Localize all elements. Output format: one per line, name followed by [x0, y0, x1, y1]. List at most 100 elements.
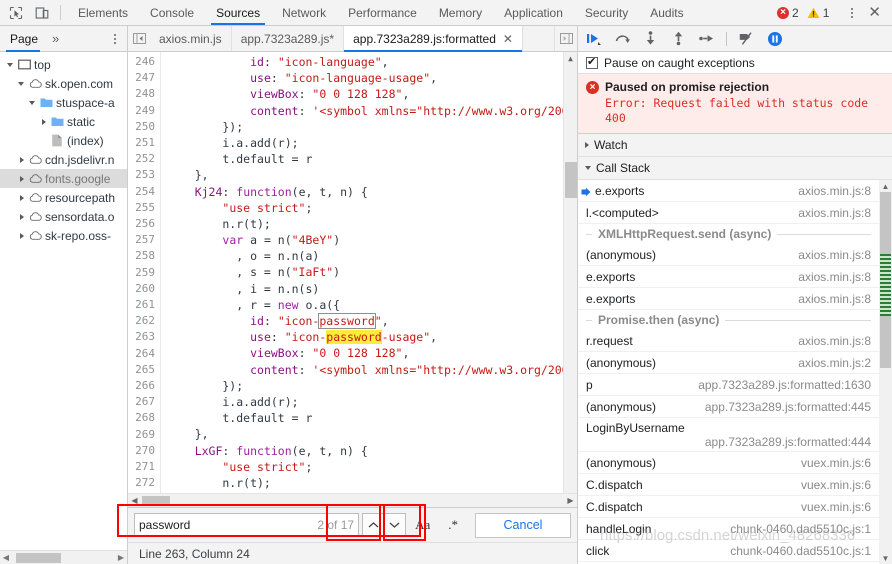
tree-item-fonts-google[interactable]: fonts.google [0, 169, 127, 188]
tree-item-sk-open-com[interactable]: sk.open.com [0, 74, 127, 93]
editor-tab-app-js-formatted[interactable]: app.7323a289.js:formatted ✕ [344, 26, 523, 52]
tab-application[interactable]: Application [493, 0, 574, 25]
call-stack-frame[interactable]: C.dispatch vuex.min.js:6 [578, 496, 879, 518]
scrollbar-thumb[interactable] [142, 495, 170, 506]
step-into-icon[interactable] [642, 30, 659, 47]
editor-tab-app-js[interactable]: app.7323a289.js* [232, 26, 345, 51]
step-over-icon[interactable] [614, 30, 631, 47]
code-line[interactable]: , o = n.n(a) [161, 248, 563, 264]
call-stack-frame[interactable]: (anonymous) app.7323a289.js:formatted:445 [578, 396, 879, 418]
chevron-down-icon[interactable] [28, 98, 38, 108]
chevron-right-icon[interactable] [17, 231, 27, 241]
inspect-element-icon[interactable] [8, 5, 24, 21]
call-stack-frame[interactable]: l.<computed> axios.min.js:8 [578, 202, 879, 224]
chevron-down-icon[interactable] [17, 79, 27, 89]
code-line[interactable]: id: "icon-language", [161, 54, 563, 70]
scrollbar-thumb[interactable] [880, 192, 891, 254]
regex-button[interactable]: .* [439, 517, 467, 533]
navigator-horizontal-scrollbar[interactable]: ◀ ▶ [0, 550, 127, 564]
code-line[interactable]: "use strict"; [161, 200, 563, 216]
next-tab-icon[interactable] [555, 26, 577, 51]
call-stack-frame[interactable]: r.request axios.min.js:8 [578, 330, 879, 352]
code-line[interactable]: , s = n("IaFt") [161, 264, 563, 280]
scrollbar-thumb[interactable] [16, 552, 61, 563]
code-content[interactable]: id: "icon-language", use: "icon-language… [161, 52, 563, 493]
code-line[interactable]: use: "icon-password-usage", [161, 329, 563, 345]
resume-script-icon[interactable] [586, 30, 603, 47]
scroll-right-arrow-icon[interactable]: ▶ [115, 553, 127, 562]
search-input[interactable] [139, 514, 314, 536]
pause-on-caught-exceptions-row[interactable]: Pause on caught exceptions [578, 52, 892, 74]
close-tab-icon[interactable]: ✕ [503, 32, 513, 46]
code-line[interactable]: content: '<symbol xmlns="http://www.w3.o… [161, 362, 563, 378]
call-stack-frame[interactable]: LoginByUsername app.7323a289.js:formatted… [578, 418, 879, 452]
code-line[interactable]: }, [161, 167, 563, 183]
call-stack-frame[interactable]: e.exports axios.min.js:8 [578, 180, 879, 202]
warning-count-badge[interactable]: 1 [807, 6, 829, 20]
watch-section-header[interactable]: Watch [578, 134, 892, 157]
code-line[interactable]: n.r(t); [161, 475, 563, 491]
code-line[interactable]: "use strict"; [161, 459, 563, 475]
code-line[interactable]: Kj24: function(e, t, n) { [161, 184, 563, 200]
tree-item-top[interactable]: top [0, 55, 127, 74]
editor-tab-axios[interactable]: axios.min.js [150, 26, 232, 51]
tab-network[interactable]: Network [271, 0, 337, 25]
pause-on-exceptions-icon[interactable] [766, 30, 783, 47]
search-previous-button[interactable] [362, 513, 385, 537]
code-line[interactable]: var a = n("4BeY") [161, 232, 563, 248]
tree-item-sensordata-o[interactable]: sensordata.o [0, 207, 127, 226]
code-line[interactable]: , i = n.n(s) [161, 281, 563, 297]
call-stack-frame[interactable]: (anonymous) axios.min.js:8 [578, 244, 879, 266]
previous-tab-icon[interactable] [128, 26, 150, 51]
scrollbar-thumb[interactable] [565, 162, 577, 198]
chevron-right-icon[interactable] [17, 174, 27, 184]
call-stack-frame[interactable]: click chunk-0460.dad5510c.js:1 [578, 540, 879, 562]
scroll-left-arrow-icon[interactable]: ◀ [128, 496, 141, 505]
tree-item-stuspace-a[interactable]: stuspace-a [0, 93, 127, 112]
code-line[interactable]: t.default = r [161, 410, 563, 426]
navigator-more-tabs-icon[interactable]: » [46, 31, 65, 46]
tree-item-cdn-jsdelivr-n[interactable]: cdn.jsdelivr.n [0, 150, 127, 169]
navigator-tab-page[interactable]: Page [0, 26, 46, 52]
code-line[interactable]: use: "icon-language-usage", [161, 70, 563, 86]
code-line[interactable]: n.r(t); [161, 216, 563, 232]
call-stack-scrollbar[interactable]: ▲ ▼ [879, 180, 892, 564]
tab-audits[interactable]: Audits [639, 0, 694, 25]
scroll-up-arrow-icon[interactable]: ▲ [879, 180, 892, 192]
scroll-right-arrow-icon[interactable]: ▶ [564, 496, 577, 505]
tab-sources[interactable]: Sources [205, 0, 271, 25]
editor-horizontal-scrollbar[interactable]: ◀ ▶ [128, 493, 577, 507]
code-line[interactable]: }); [161, 119, 563, 135]
tree-item-static[interactable]: static [0, 112, 127, 131]
call-stack-frame[interactable]: C.dispatch vuex.min.js:6 [578, 474, 879, 496]
code-editor[interactable]: 246 247 248 249 250 251 252 253 254 255 256 257 258 2… [128, 52, 577, 493]
chevron-down-icon[interactable] [6, 60, 16, 70]
file-tree[interactable]: top sk.open.com stuspace-a static (index) cdn… [0, 52, 127, 550]
code-line[interactable]: content: '<symbol xmlns="http://www.w3.o… [161, 103, 563, 119]
tab-elements[interactable]: Elements [67, 0, 139, 25]
chevron-right-icon[interactable] [17, 193, 27, 203]
search-field-wrapper[interactable]: 2 of 17 [134, 513, 360, 537]
tree-item-sk-repo-oss[interactable]: sk-repo.oss- [0, 226, 127, 245]
call-stack-list[interactable]: e.exports axios.min.js:8 l.<computed> axios… [578, 180, 892, 564]
call-stack-section-header[interactable]: Call Stack [578, 157, 892, 180]
tab-performance[interactable]: Performance [337, 0, 428, 25]
tab-console[interactable]: Console [139, 0, 205, 25]
call-stack-frame[interactable]: (anonymous) vuex.min.js:6 [578, 452, 879, 474]
code-line[interactable]: i.a.add(r); [161, 135, 563, 151]
code-line[interactable]: t.default = r [161, 151, 563, 167]
call-stack-frame[interactable]: (anonymous) axios.min.js:2 [578, 352, 879, 374]
close-icon[interactable]: ✕ [863, 5, 886, 20]
search-next-button[interactable] [384, 513, 407, 537]
tree-item-index[interactable]: (index) [0, 131, 127, 150]
scroll-left-arrow-icon[interactable]: ◀ [0, 553, 12, 562]
kebab-menu-icon[interactable] [844, 7, 860, 18]
code-line[interactable]: }); [161, 378, 563, 394]
device-toolbar-icon[interactable] [34, 5, 50, 21]
scroll-down-arrow-icon[interactable]: ▼ [879, 552, 892, 564]
error-count-badge[interactable]: × 2 [777, 6, 799, 20]
tree-item-resourcepath[interactable]: resourcepath [0, 188, 127, 207]
code-line[interactable]: id: "icon-password", [161, 313, 563, 329]
pause-on-caught-exceptions-checkbox[interactable] [586, 55, 598, 69]
code-line[interactable]: i.a.add(r); [161, 394, 563, 410]
